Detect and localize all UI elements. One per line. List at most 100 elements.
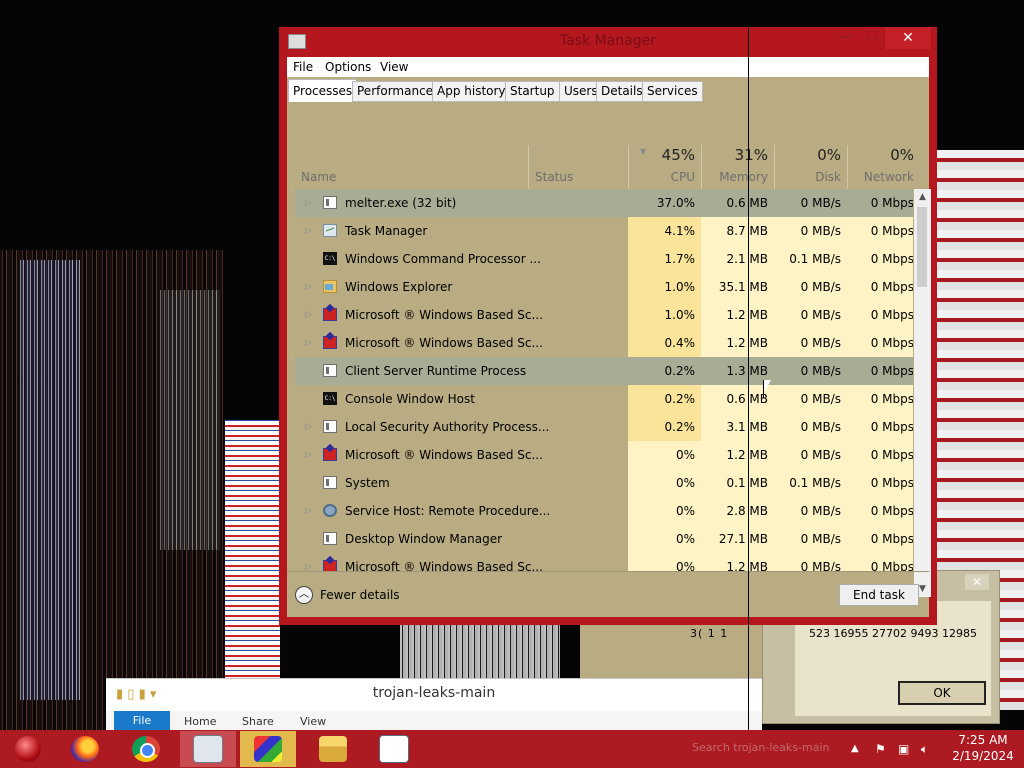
expand-chevron-icon[interactable]: ▷	[305, 217, 312, 245]
table-row[interactable]: Desktop Window Manager 0% 27.1 MB 0 MB/s 0 M…	[295, 525, 913, 553]
scroll-up-icon[interactable]: ▲	[914, 189, 931, 205]
menu-view[interactable]: View	[380, 60, 408, 74]
taskbar-window[interactable]	[366, 731, 422, 767]
tab-bar: Processes Performance App history Startu…	[287, 79, 929, 103]
expand-chevron-icon[interactable]: ▷	[305, 189, 312, 217]
ribbon-tab-share[interactable]: Share	[242, 715, 274, 728]
cpu-value: 37.0%	[628, 189, 701, 217]
end-task-button[interactable]: End task	[839, 584, 919, 606]
expand-chevron-icon[interactable]: ▷	[305, 441, 312, 469]
column-disk[interactable]: Disk	[781, 170, 841, 184]
ribbon-tab-home[interactable]: Home	[184, 715, 216, 728]
disk-value: 0 MB/s	[774, 525, 847, 553]
taskbar-paint[interactable]	[240, 731, 296, 767]
ribbon-tab-file[interactable]: File	[114, 711, 170, 731]
tab-performance[interactable]: Performance	[352, 81, 439, 102]
table-row[interactable]: C:\ Windows Command Processor ... 1.7% 2.1 …	[295, 245, 913, 273]
table-row[interactable]: ▷ Service Host: Remote Procedure... 0% 2.8 …	[295, 497, 913, 525]
start-button[interactable]	[0, 731, 56, 767]
expand-chevron-icon[interactable]: ▷	[305, 497, 312, 525]
memory-value: 0.6 MB	[701, 189, 774, 217]
disk-total[interactable]: 0%	[781, 146, 841, 164]
tab-services[interactable]: Services	[642, 81, 703, 102]
taskbar-explorer[interactable]	[305, 731, 361, 767]
memory-value: 8.7 MB	[701, 217, 774, 245]
disk-value: 0 MB/s	[774, 385, 847, 413]
close-button[interactable]: ✕	[885, 27, 931, 49]
network-value: 0 Mbps	[847, 357, 913, 385]
table-row[interactable]: ▷ Microsoft ® Windows Based Sc... 0.4% 1.2 …	[295, 329, 913, 357]
process-list: Name Status ▼ 45% CPU 31% Memory 0% Disk…	[295, 113, 913, 571]
task-manager-icon	[193, 735, 223, 763]
process-name: Local Security Authority Process...	[345, 420, 550, 434]
vertical-scrollbar[interactable]: ▲ ▼	[914, 189, 931, 597]
column-cpu[interactable]: CPU	[635, 170, 695, 184]
network-value: 0 Mbps	[847, 525, 913, 553]
cmd-icon: C:\	[323, 392, 337, 405]
column-separator	[774, 145, 775, 189]
expand-chevron-icon[interactable]: ▷	[305, 413, 312, 441]
ribbon-tab-view[interactable]: View	[300, 715, 326, 728]
process-name: Service Host: Remote Procedure...	[345, 504, 551, 518]
expand-chevron-icon[interactable]: ▷	[305, 553, 312, 571]
column-network[interactable]: Network	[854, 170, 913, 184]
taskbar-firefox[interactable]	[57, 731, 113, 767]
chevron-up-icon[interactable]: ︿	[295, 586, 313, 604]
tab-processes[interactable]: Processes	[288, 79, 358, 102]
table-row[interactable]: ▷ Local Security Authority Process... 0.2%…	[295, 413, 913, 441]
network-value: 0 Mbps	[847, 273, 913, 301]
app-icon	[323, 308, 337, 321]
menu-bar: File Options View	[287, 57, 929, 77]
table-row[interactable]: ▷ melter.exe (32 bit) 37.0% 0.6 MB 0 MB/s 0 M…	[295, 189, 913, 217]
expand-chevron-icon[interactable]: ▷	[305, 301, 312, 329]
tab-details[interactable]: Details	[596, 81, 648, 102]
column-memory[interactable]: Memory	[708, 170, 768, 184]
disk-value: 0 MB/s	[774, 273, 847, 301]
ok-button[interactable]: OK	[898, 681, 986, 705]
table-row[interactable]: Client Server Runtime Process 0.2% 1.3 MB 0…	[295, 357, 913, 385]
action-center-flag-icon[interactable]: ⚑	[875, 730, 886, 768]
table-row[interactable]: C:\ Console Window Host 0.2% 0.6 MB 0 MB/s 0 …	[295, 385, 913, 413]
volume-muted-icon[interactable]: 🔈︎	[921, 730, 928, 768]
column-name[interactable]: Name	[301, 170, 336, 184]
table-row[interactable]: ▷ Microsoft ® Windows Based Sc... 0% 1.2 MB…	[295, 441, 913, 469]
cpu-value: 4.1%	[628, 217, 701, 245]
clock-date: 2/19/2024	[952, 749, 1014, 763]
table-row[interactable]: ▷ Windows Explorer 1.0% 35.1 MB 0 MB/s 0 Mbps	[295, 273, 913, 301]
maximize-button[interactable]: ☐	[859, 29, 885, 49]
process-name: System	[345, 476, 390, 490]
table-row[interactable]: ▷ Task Manager 4.1% 8.7 MB 0 MB/s 0 Mbps	[295, 217, 913, 245]
glitch-noise	[160, 290, 220, 550]
menu-file[interactable]: File	[293, 60, 313, 74]
footer-bar: ︿ Fewer details End task	[287, 571, 929, 618]
expand-chevron-icon[interactable]: ▷	[305, 329, 312, 357]
table-row[interactable]: System 0% 0.1 MB 0.1 MB/s 0 Mbps	[295, 469, 913, 497]
column-separator	[847, 145, 848, 189]
table-row[interactable]: ▷ Microsoft ® Windows Based Sc... 1.0% 1.2 …	[295, 301, 913, 329]
memory-total[interactable]: 31%	[708, 146, 768, 164]
menu-options[interactable]: Options	[325, 60, 371, 74]
window-icon	[323, 532, 337, 545]
fewer-details-link[interactable]: Fewer details	[320, 588, 400, 602]
taskbar-chrome[interactable]	[118, 731, 174, 767]
network-total[interactable]: 0%	[854, 146, 913, 164]
cpu-total[interactable]: 45%	[635, 146, 695, 164]
tab-app-history[interactable]: App history	[432, 81, 511, 102]
cpu-value: 0.4%	[628, 329, 701, 357]
expand-chevron-icon[interactable]: ▷	[305, 273, 312, 301]
process-name: Desktop Window Manager	[345, 532, 503, 546]
folder-icon	[323, 280, 337, 293]
show-hidden-icons-icon[interactable]: ▲	[851, 730, 859, 768]
minimize-button[interactable]: —	[832, 29, 858, 49]
message-box-close-button[interactable]: ✕	[965, 574, 989, 590]
scrollbar-thumb[interactable]	[917, 207, 927, 287]
system-clock[interactable]: 7:25 AM 2/19/2024	[948, 732, 1018, 764]
gear-icon	[323, 504, 337, 517]
table-row[interactable]: ▷ Microsoft ® Windows Based Sc... 0% 1.2 MB…	[295, 553, 913, 571]
tab-startup[interactable]: Startup	[505, 81, 560, 102]
window-icon	[323, 364, 337, 377]
column-status[interactable]: Status	[535, 170, 573, 184]
taskbar-task-manager[interactable]	[180, 731, 236, 767]
taskbar: Search trojan-leaks-main ▲ ⚑ ▣ 🔈︎ 7:25 A…	[0, 730, 1024, 768]
network-icon[interactable]: ▣	[898, 730, 909, 768]
